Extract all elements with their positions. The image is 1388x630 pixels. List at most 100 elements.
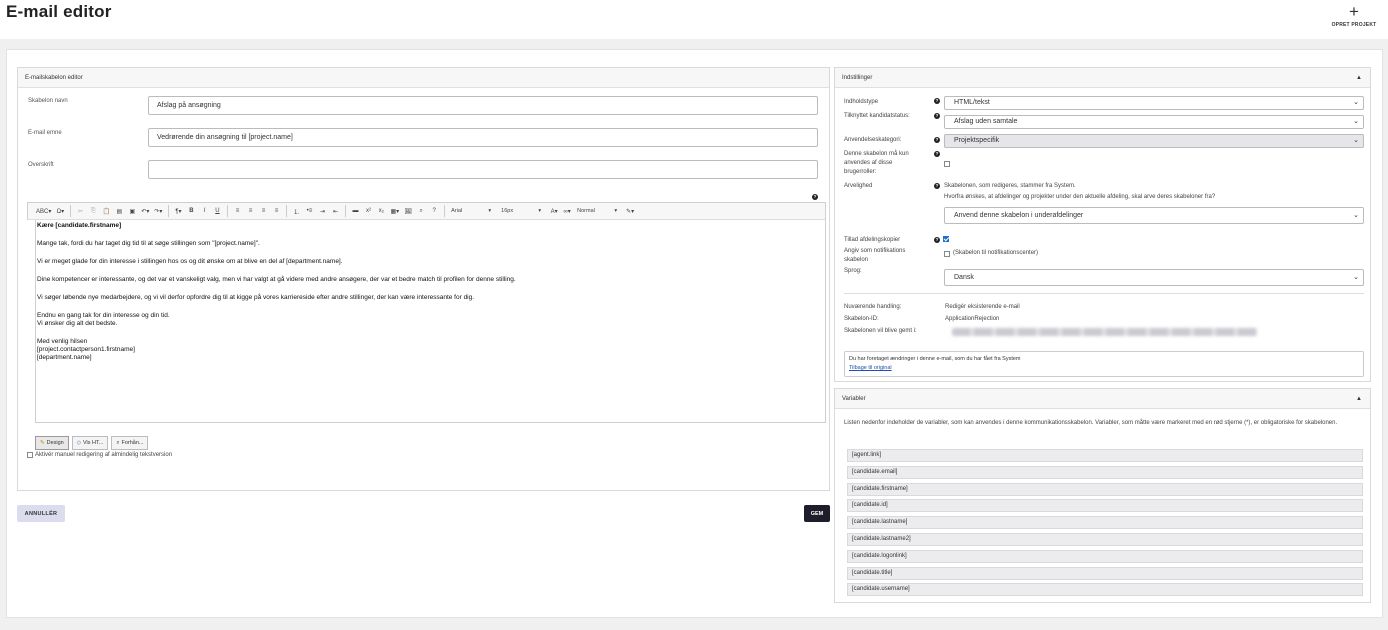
manual-edit-checkbox[interactable] [27,452,33,458]
help-icon[interactable]: ? [934,113,940,119]
heading-input[interactable] [148,160,818,179]
settings-panel: Indstillinger ▲ Indholdstype ? HTML/teks… [834,67,1371,382]
justify-icon[interactable]: ≡ [270,205,282,217]
text-color-icon[interactable]: A▾ [548,205,560,217]
paste-text-icon[interactable]: ▤ [113,205,125,217]
outdent-icon[interactable]: ⇤ [329,205,341,217]
link-icon[interactable]: ∞▾ [561,205,573,217]
notification-option-label: (Skabelon til notifikationscenter) [953,250,1039,256]
variable-item[interactable]: [candidate.email] [847,465,1363,479]
underline-icon[interactable]: U [211,205,223,217]
paragraph-icon[interactable]: ¶▾ [172,205,184,217]
candidate-status-select[interactable]: Afslag uden samtale ⌄ [944,115,1364,129]
language-select[interactable]: Dansk ⌄ [944,269,1364,286]
language-value: Dansk [954,274,974,281]
tab-preview[interactable]: ⌕ Forhån... [111,436,149,450]
template-name-input[interactable]: Afslag på ansøgning [148,96,818,115]
font-family-chevron-icon: ▾ [488,208,492,214]
variables-description: Listen nedenfor indeholder de variabler,… [844,420,1338,426]
tab-design[interactable]: ✎ Design [35,436,69,450]
spellcheck-icon[interactable]: ABC▾ [34,205,53,217]
notification-template-checkbox[interactable] [944,251,950,257]
align-right-icon[interactable]: ≡ [257,205,269,217]
horizontal-rule-icon[interactable]: ▬ [349,205,361,217]
help-icon[interactable]: ? [428,205,440,217]
email-subject-input[interactable]: Vedrørende din ansøgning til [project.na… [148,128,818,147]
variable-item[interactable]: [candidate.lastname2] [847,532,1363,546]
cancel-button[interactable]: ANNULLÉR [17,505,65,522]
usage-category-select[interactable]: Projektspecifik ⌄ [944,134,1364,148]
variable-item[interactable]: [candidate.id] [847,499,1363,513]
template-name-label: Skabelon navn [28,98,68,104]
paste-icon[interactable]: 📋 [100,205,112,217]
settings-panel-header[interactable]: Indstillinger ▲ [835,68,1370,88]
body-closing: Endnu en gang tak for din interesse og d… [37,312,825,328]
paste-word-icon[interactable]: ▣ [126,205,138,217]
format-painter-icon[interactable]: ✎▾ [624,205,636,217]
tab-html[interactable]: ◇ Vis HT... [71,436,109,450]
help-icon[interactable]: ? [934,237,940,243]
italic-icon[interactable]: I [198,205,210,217]
variables-panel-header[interactable]: Variabler ▲ [835,389,1370,409]
collapse-caret-icon[interactable]: ▲ [1356,68,1362,88]
help-icon[interactable]: ? [934,183,940,189]
cut-icon[interactable]: ✂ [74,205,86,217]
content-type-label: Indholdstype [844,99,879,105]
allow-copies-checkbox[interactable] [943,236,949,242]
inheritance-label: Arvelighed [844,183,873,189]
editor-panel-title: E-mailskabelon editor [18,68,829,88]
ordered-list-icon[interactable]: ⒈ [290,205,302,217]
signature-line: [project.contactperson1.firstname] [37,346,135,353]
variable-item[interactable]: [candidate.lastname] [847,516,1363,530]
find-replace-icon[interactable]: ⌕ [415,205,427,217]
help-icon[interactable]: ? [934,151,940,157]
font-size-value: 16px [501,208,514,214]
table-icon[interactable]: ▦▾ [388,205,401,217]
tab-preview-label: Forhån... [121,440,144,446]
changes-notice-text: Du har foretaget ændringer i denne e-mai… [849,356,1021,362]
allow-copies-label: Tillad afdelingskopier [844,237,901,243]
email-body-editor[interactable]: Kære [candidate.firstname] Mange tak, fo… [35,220,826,423]
current-action-value: Redigér eksisterende e-mail [945,304,1020,310]
bullet-list-icon[interactable]: •≡ [303,205,315,217]
font-size-select[interactable]: 16px ▾ [498,205,544,217]
variable-item[interactable]: [candidate.firstname] [847,482,1363,496]
email-subject-label: E-mail emne [28,130,62,136]
back-to-original-link[interactable]: Tilbage til original [849,365,892,371]
align-left-icon[interactable]: ≡ [231,205,243,217]
paragraph-style-select[interactable]: Normal ▾ [574,205,620,217]
chevron-down-icon: ⌄ [1353,212,1359,219]
help-icon[interactable]: ? [934,137,940,143]
editor-help-icon[interactable]: ? [812,194,818,200]
create-project-button[interactable]: + OPRET PROJEKT [1324,3,1384,28]
user-roles-checkbox[interactable] [944,161,950,167]
changes-notice: Du har foretaget ændringer i denne e-mai… [844,351,1364,377]
save-button[interactable]: GEM [804,505,830,522]
indent-icon[interactable]: ⇥ [316,205,328,217]
font-family-select[interactable]: Arial ▾ [448,205,494,217]
variable-item[interactable]: [candidate.username] [847,583,1363,597]
collapse-caret-icon[interactable]: ▲ [1356,389,1362,409]
variable-item[interactable]: [agent.link] [847,449,1363,462]
notification-template-label: Angiv som notifikations skabelon [844,248,906,263]
special-char-icon[interactable]: Ω▾ [54,205,66,217]
variable-item[interactable]: [candidate.logonlink] [847,549,1363,563]
redo-icon[interactable]: ↷▾ [152,205,164,217]
candidate-status-label: Tilknyttet kandidatstatus: [844,113,910,119]
usage-category-label: Anvendelseskategori: [844,137,902,143]
image-icon[interactable]: 🖼 [402,205,414,217]
signature-line: Med venlig hilsen [37,338,88,345]
undo-icon[interactable]: ↶▾ [139,205,151,217]
saved-location-label: Skabelonen vil blive gemt i: [844,328,917,334]
content-type-select[interactable]: HTML/tekst ⌄ [944,96,1364,110]
superscript-icon[interactable]: x² [362,205,374,217]
inheritance-select[interactable]: Anvend denne skabelon i underafdelinger ⌄ [944,207,1364,224]
subscript-icon[interactable]: x₂ [375,205,387,217]
variable-item[interactable]: [candidate.title] [847,566,1363,580]
align-center-icon[interactable]: ≡ [244,205,256,217]
inheritance-source-text: Skabelonen, som redigeres, stammer fra S… [944,183,1076,189]
chevron-down-icon: ⌄ [1353,274,1359,281]
copy-icon[interactable]: ⎘ [87,205,99,217]
bold-icon[interactable]: B [185,205,197,217]
help-icon[interactable]: ? [934,98,940,104]
